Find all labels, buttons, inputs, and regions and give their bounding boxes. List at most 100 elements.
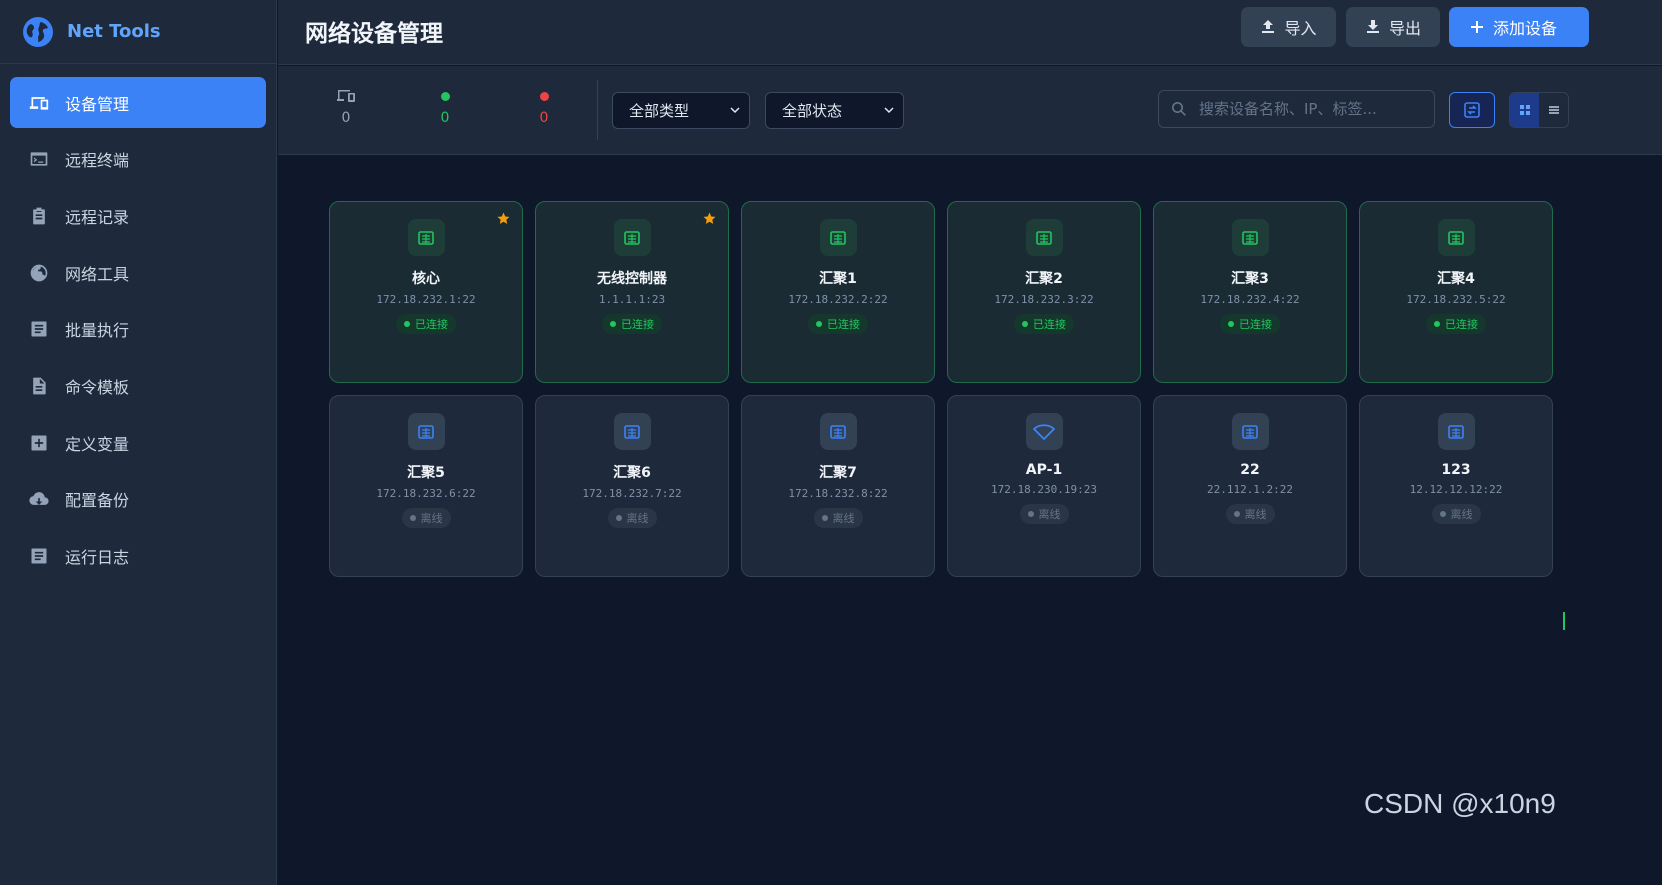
list-view-button[interactable] bbox=[1539, 93, 1568, 127]
sync-button[interactable] bbox=[1449, 92, 1495, 128]
document-icon bbox=[28, 318, 50, 340]
status-badge: 已连接 bbox=[1014, 314, 1074, 334]
offline-dot-icon bbox=[539, 91, 549, 101]
watermark: CSDN @x10n9 bbox=[1364, 788, 1556, 819]
type-filter-select[interactable]: 全部类型 bbox=[612, 92, 750, 129]
switch-icon bbox=[1437, 219, 1475, 256]
switch-icon bbox=[1231, 413, 1269, 450]
stat-total: 0 bbox=[326, 88, 366, 126]
brand[interactable]: Net Tools bbox=[0, 0, 276, 64]
import-label: 导入 bbox=[1284, 19, 1317, 38]
status-dot-icon bbox=[1233, 511, 1240, 517]
status-text: 已连接 bbox=[827, 318, 860, 331]
sidebar-item-terminal[interactable]: 远程终端 bbox=[10, 134, 266, 185]
status-badge: 离线 bbox=[1019, 504, 1069, 524]
edge-indicator bbox=[1563, 612, 1569, 630]
device-grid: 核心 172.18.232.1:22 已连接 无线控制器 1.1.1.1:23 已连接 汇聚… bbox=[329, 201, 1554, 577]
sidebar: Net Tools 设备管理 远程终端 远程记录 网络工具 批量执行 命令模板 … bbox=[0, 0, 277, 885]
device-card[interactable]: 无线控制器 1.1.1.1:23 已连接 bbox=[535, 201, 729, 383]
view-toggle bbox=[1509, 92, 1569, 128]
device-address: 22.112.1.2:22 bbox=[1206, 483, 1294, 496]
search-icon bbox=[1172, 102, 1186, 116]
status-filter-value: 全部状态 bbox=[782, 102, 843, 120]
device-address: 12.12.12.12:22 bbox=[1409, 483, 1503, 496]
star-icon[interactable] bbox=[497, 212, 510, 225]
device-address: 172.18.232.3:22 bbox=[994, 293, 1094, 306]
sidebar-item-templates[interactable]: 命令模板 bbox=[10, 360, 266, 411]
status-dot-icon bbox=[1439, 511, 1446, 517]
device-card[interactable]: 汇聚4 172.18.232.5:22 已连接 bbox=[1359, 201, 1553, 383]
sidebar-item-devices[interactable]: 设备管理 bbox=[10, 77, 266, 128]
status-badge: 离线 bbox=[1225, 504, 1275, 524]
cloud-download-icon bbox=[28, 488, 50, 510]
status-text: 离线 bbox=[420, 512, 443, 525]
device-card[interactable]: 汇聚6 172.18.232.7:22 离线 bbox=[535, 395, 729, 577]
page-title: 网络设备管理 bbox=[305, 21, 443, 47]
device-address: 172.18.232.2:22 bbox=[788, 293, 888, 306]
device-name: 汇聚3 bbox=[1231, 271, 1269, 287]
device-address: 172.18.230.19:23 bbox=[991, 483, 1097, 496]
device-card[interactable]: 汇聚3 172.18.232.4:22 已连接 bbox=[1153, 201, 1347, 383]
search-input[interactable] bbox=[1199, 100, 1419, 118]
add-device-button[interactable]: 添加设备 bbox=[1449, 7, 1589, 47]
status-text: 离线 bbox=[1038, 508, 1061, 521]
status-badge: 离线 bbox=[607, 508, 657, 528]
sidebar-item-network-tools[interactable]: 网络工具 bbox=[10, 247, 266, 298]
sidebar-item-logs[interactable]: 运行日志 bbox=[10, 531, 266, 582]
sidebar-item-records[interactable]: 远程记录 bbox=[10, 190, 266, 241]
sidebar-item-batch[interactable]: 批量执行 bbox=[10, 304, 266, 355]
device-name: 汇聚7 bbox=[819, 465, 857, 481]
status-badge: 已连接 bbox=[602, 314, 662, 334]
sidebar-item-label: 运行日志 bbox=[65, 548, 130, 567]
sidebar-item-variables[interactable]: 定义变量 bbox=[10, 417, 266, 468]
sidebar-item-label: 网络工具 bbox=[65, 264, 130, 284]
stat-offline: 0 bbox=[524, 88, 564, 126]
switch-icon bbox=[1437, 413, 1475, 450]
status-filter-select[interactable]: 全部状态 bbox=[765, 92, 904, 129]
device-card[interactable]: 汇聚1 172.18.232.2:22 已连接 bbox=[741, 201, 935, 383]
device-card[interactable]: 123 12.12.12.12:22 离线 bbox=[1359, 395, 1553, 577]
export-label: 导出 bbox=[1388, 19, 1421, 38]
globe-logo-icon bbox=[23, 16, 53, 47]
search-box[interactable] bbox=[1158, 90, 1435, 128]
globe-icon bbox=[28, 262, 50, 284]
export-button[interactable]: 导出 bbox=[1346, 7, 1440, 47]
plus-box-icon bbox=[28, 432, 50, 454]
sync-icon bbox=[1464, 102, 1480, 118]
status-dot-icon bbox=[1434, 321, 1440, 327]
device-name: 123 bbox=[1441, 462, 1471, 478]
stat-online: 0 bbox=[425, 88, 465, 126]
chevron-down-icon bbox=[730, 107, 740, 114]
switch-icon bbox=[613, 413, 651, 450]
switch-icon bbox=[407, 219, 445, 256]
status-badge: 已连接 bbox=[1426, 314, 1486, 334]
import-button[interactable]: 导入 bbox=[1241, 7, 1336, 47]
status-dot-icon bbox=[610, 321, 616, 327]
device-card[interactable]: AP-1 172.18.230.19:23 离线 bbox=[947, 395, 1141, 577]
status-dot-icon bbox=[821, 515, 828, 521]
switch-icon bbox=[613, 219, 651, 256]
grid-view-button[interactable] bbox=[1510, 93, 1539, 127]
device-card[interactable]: 核心 172.18.232.1:22 已连接 bbox=[329, 201, 523, 383]
sidebar-item-label: 定义变量 bbox=[65, 434, 130, 454]
status-text: 已连接 bbox=[1445, 318, 1478, 331]
wifi-icon bbox=[1025, 413, 1063, 450]
device-name: 核心 bbox=[412, 271, 440, 287]
status-dot-icon bbox=[409, 515, 416, 521]
list-icon bbox=[1548, 106, 1559, 114]
sidebar-item-backup[interactable]: 配置备份 bbox=[10, 474, 266, 525]
device-card[interactable]: 22 22.112.1.2:22 离线 bbox=[1153, 395, 1347, 577]
device-card[interactable]: 汇聚5 172.18.232.6:22 离线 bbox=[329, 395, 523, 577]
device-card[interactable]: 汇聚7 172.18.232.8:22 离线 bbox=[741, 395, 935, 577]
upload-icon bbox=[1262, 20, 1275, 33]
status-text: 已连接 bbox=[621, 318, 654, 331]
add-device-label: 添加设备 bbox=[1493, 19, 1558, 38]
device-name: AP-1 bbox=[1025, 462, 1063, 478]
devices-icon bbox=[28, 92, 50, 114]
star-icon[interactable] bbox=[703, 212, 716, 225]
status-dot-icon bbox=[404, 321, 410, 327]
status-badge: 离线 bbox=[401, 508, 451, 528]
device-card[interactable]: 汇聚2 172.18.232.3:22 已连接 bbox=[947, 201, 1141, 383]
status-badge: 离线 bbox=[813, 508, 863, 528]
device-name: 汇聚6 bbox=[613, 465, 651, 481]
